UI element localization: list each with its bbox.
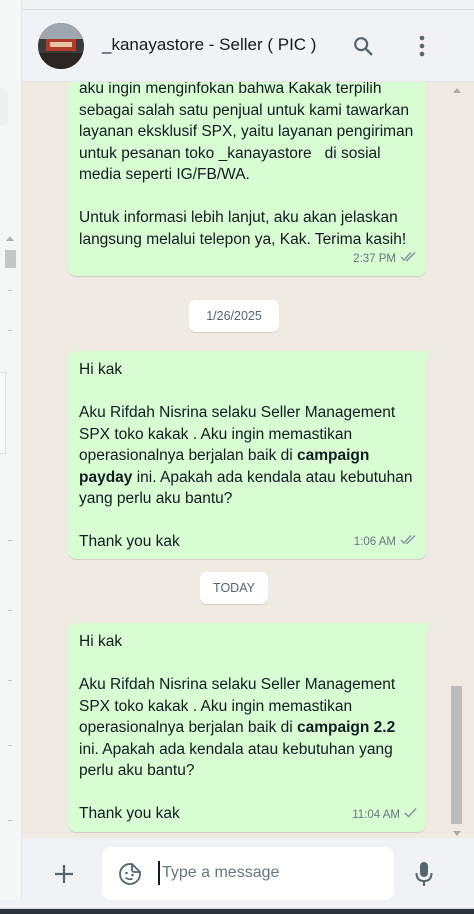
message-line: Hi kak <box>79 633 123 650</box>
background-list-item <box>0 88 8 126</box>
message-line: Untuk informasi lebih lanjut, aku akan j… <box>79 209 398 226</box>
message-input-box[interactable] <box>102 847 394 901</box>
taskbar-edge <box>0 900 474 914</box>
message-line: operasionalnya berjalan baik di campaign… <box>79 719 396 736</box>
double-check-icon <box>400 249 417 271</box>
search-icon[interactable] <box>349 32 377 60</box>
microphone-icon[interactable] <box>410 858 438 890</box>
sticker-icon[interactable] <box>117 861 143 887</box>
message-line: perlu aku bantu? <box>79 762 195 779</box>
message-meta: 1:06 AM <box>354 532 417 554</box>
message-line: Aku Rifdah Nisrina selaku Seller Managem… <box>79 404 396 421</box>
message-time: 11:04 AM <box>352 808 400 821</box>
scroll-down-arrow[interactable] <box>453 831 461 836</box>
divider <box>8 290 12 291</box>
divider <box>8 820 12 821</box>
message-line: untuk pesanan toko _kanayastore di sosia… <box>79 144 381 162</box>
divider <box>8 745 12 746</box>
text-caret <box>158 861 160 885</box>
background-panel <box>0 372 6 454</box>
divider <box>8 540 12 541</box>
date-separator: 1/26/2025 <box>189 300 279 332</box>
background-scroll-up-arrow[interactable] <box>6 236 14 241</box>
chat-scrollbar[interactable] <box>450 82 464 838</box>
contact-avatar[interactable] <box>38 23 84 69</box>
plus-icon[interactable] <box>50 860 78 888</box>
menu-icon[interactable] <box>408 32 436 60</box>
message-text: Hi kak Aku Rifdah Nisrina selaku Seller … <box>79 359 424 553</box>
single-check-icon <box>404 805 417 827</box>
scroll-up-arrow[interactable] <box>453 88 461 93</box>
message-line: SPX toko kakak . Aku ingin memastikan <box>79 697 353 715</box>
message-line: sebagai salah satu penjual untuk kami ta… <box>79 101 410 119</box>
message-line: Aku Rifdah Nisrina selaku Seller Managem… <box>79 676 396 693</box>
message-line: Hi kak <box>79 361 123 378</box>
message-input[interactable] <box>162 861 382 885</box>
chat-panel: _kanayastore - Seller ( PIC ) aku ingin … <box>22 10 474 914</box>
window-top-edge <box>0 0 474 10</box>
message-line: ini. Apakah ada kendala atau kebutuhan y… <box>79 740 393 758</box>
message-line: payday ini. Apakah ada kendala atau kebu… <box>79 468 413 486</box>
background-window-pane <box>0 0 22 914</box>
message-line: yang perlu aku bantu? <box>79 490 233 507</box>
message-meta: 11:04 AM <box>352 805 417 827</box>
message-line: aku ingin menginfokan bahwa Kakak terpil… <box>79 82 382 97</box>
message-meta: 2:37 PM <box>353 249 417 271</box>
outgoing-message[interactable]: Hi kak Aku Rifdah Nisrina selaku Seller … <box>68 623 433 832</box>
divider <box>8 330 12 331</box>
message-time: 1:06 AM <box>353 535 396 548</box>
message-line: operasionalnya berjalan baik di campaign <box>79 447 370 464</box>
message-text: aku ingin menginfokan bahwa Kakak terpil… <box>79 82 424 250</box>
double-check-icon <box>400 532 417 554</box>
background-scroll-thumb[interactable] <box>5 250 16 268</box>
divider <box>8 680 12 681</box>
message-line: langsung melalui telepon ya, Kak. Terima… <box>79 230 407 248</box>
chat-header[interactable]: _kanayastore - Seller ( PIC ) <box>22 10 474 82</box>
message-text: Hi kak Aku Rifdah Nisrina selaku Seller … <box>79 631 424 825</box>
message-line: media seperti IG/FB/WA. <box>79 166 250 183</box>
contact-name[interactable]: _kanayastore - Seller ( PIC ) <box>102 35 316 55</box>
scroll-thumb[interactable] <box>451 686 462 824</box>
outgoing-message[interactable]: aku ingin menginfokan bahwa Kakak terpil… <box>68 82 426 276</box>
outgoing-message[interactable]: Hi kak Aku Rifdah Nisrina selaku Seller … <box>68 351 433 559</box>
date-separator: TODAY <box>200 572 268 604</box>
message-line: layanan eksklusif SPX, yaitu layanan pen… <box>79 123 414 140</box>
message-list[interactable]: aku ingin menginfokan bahwa Kakak terpil… <box>22 82 474 838</box>
message-line: SPX toko kakak . Aku ingin memastikan <box>79 425 353 443</box>
divider <box>8 610 12 611</box>
message-time: 2:37 PM <box>353 252 396 265</box>
